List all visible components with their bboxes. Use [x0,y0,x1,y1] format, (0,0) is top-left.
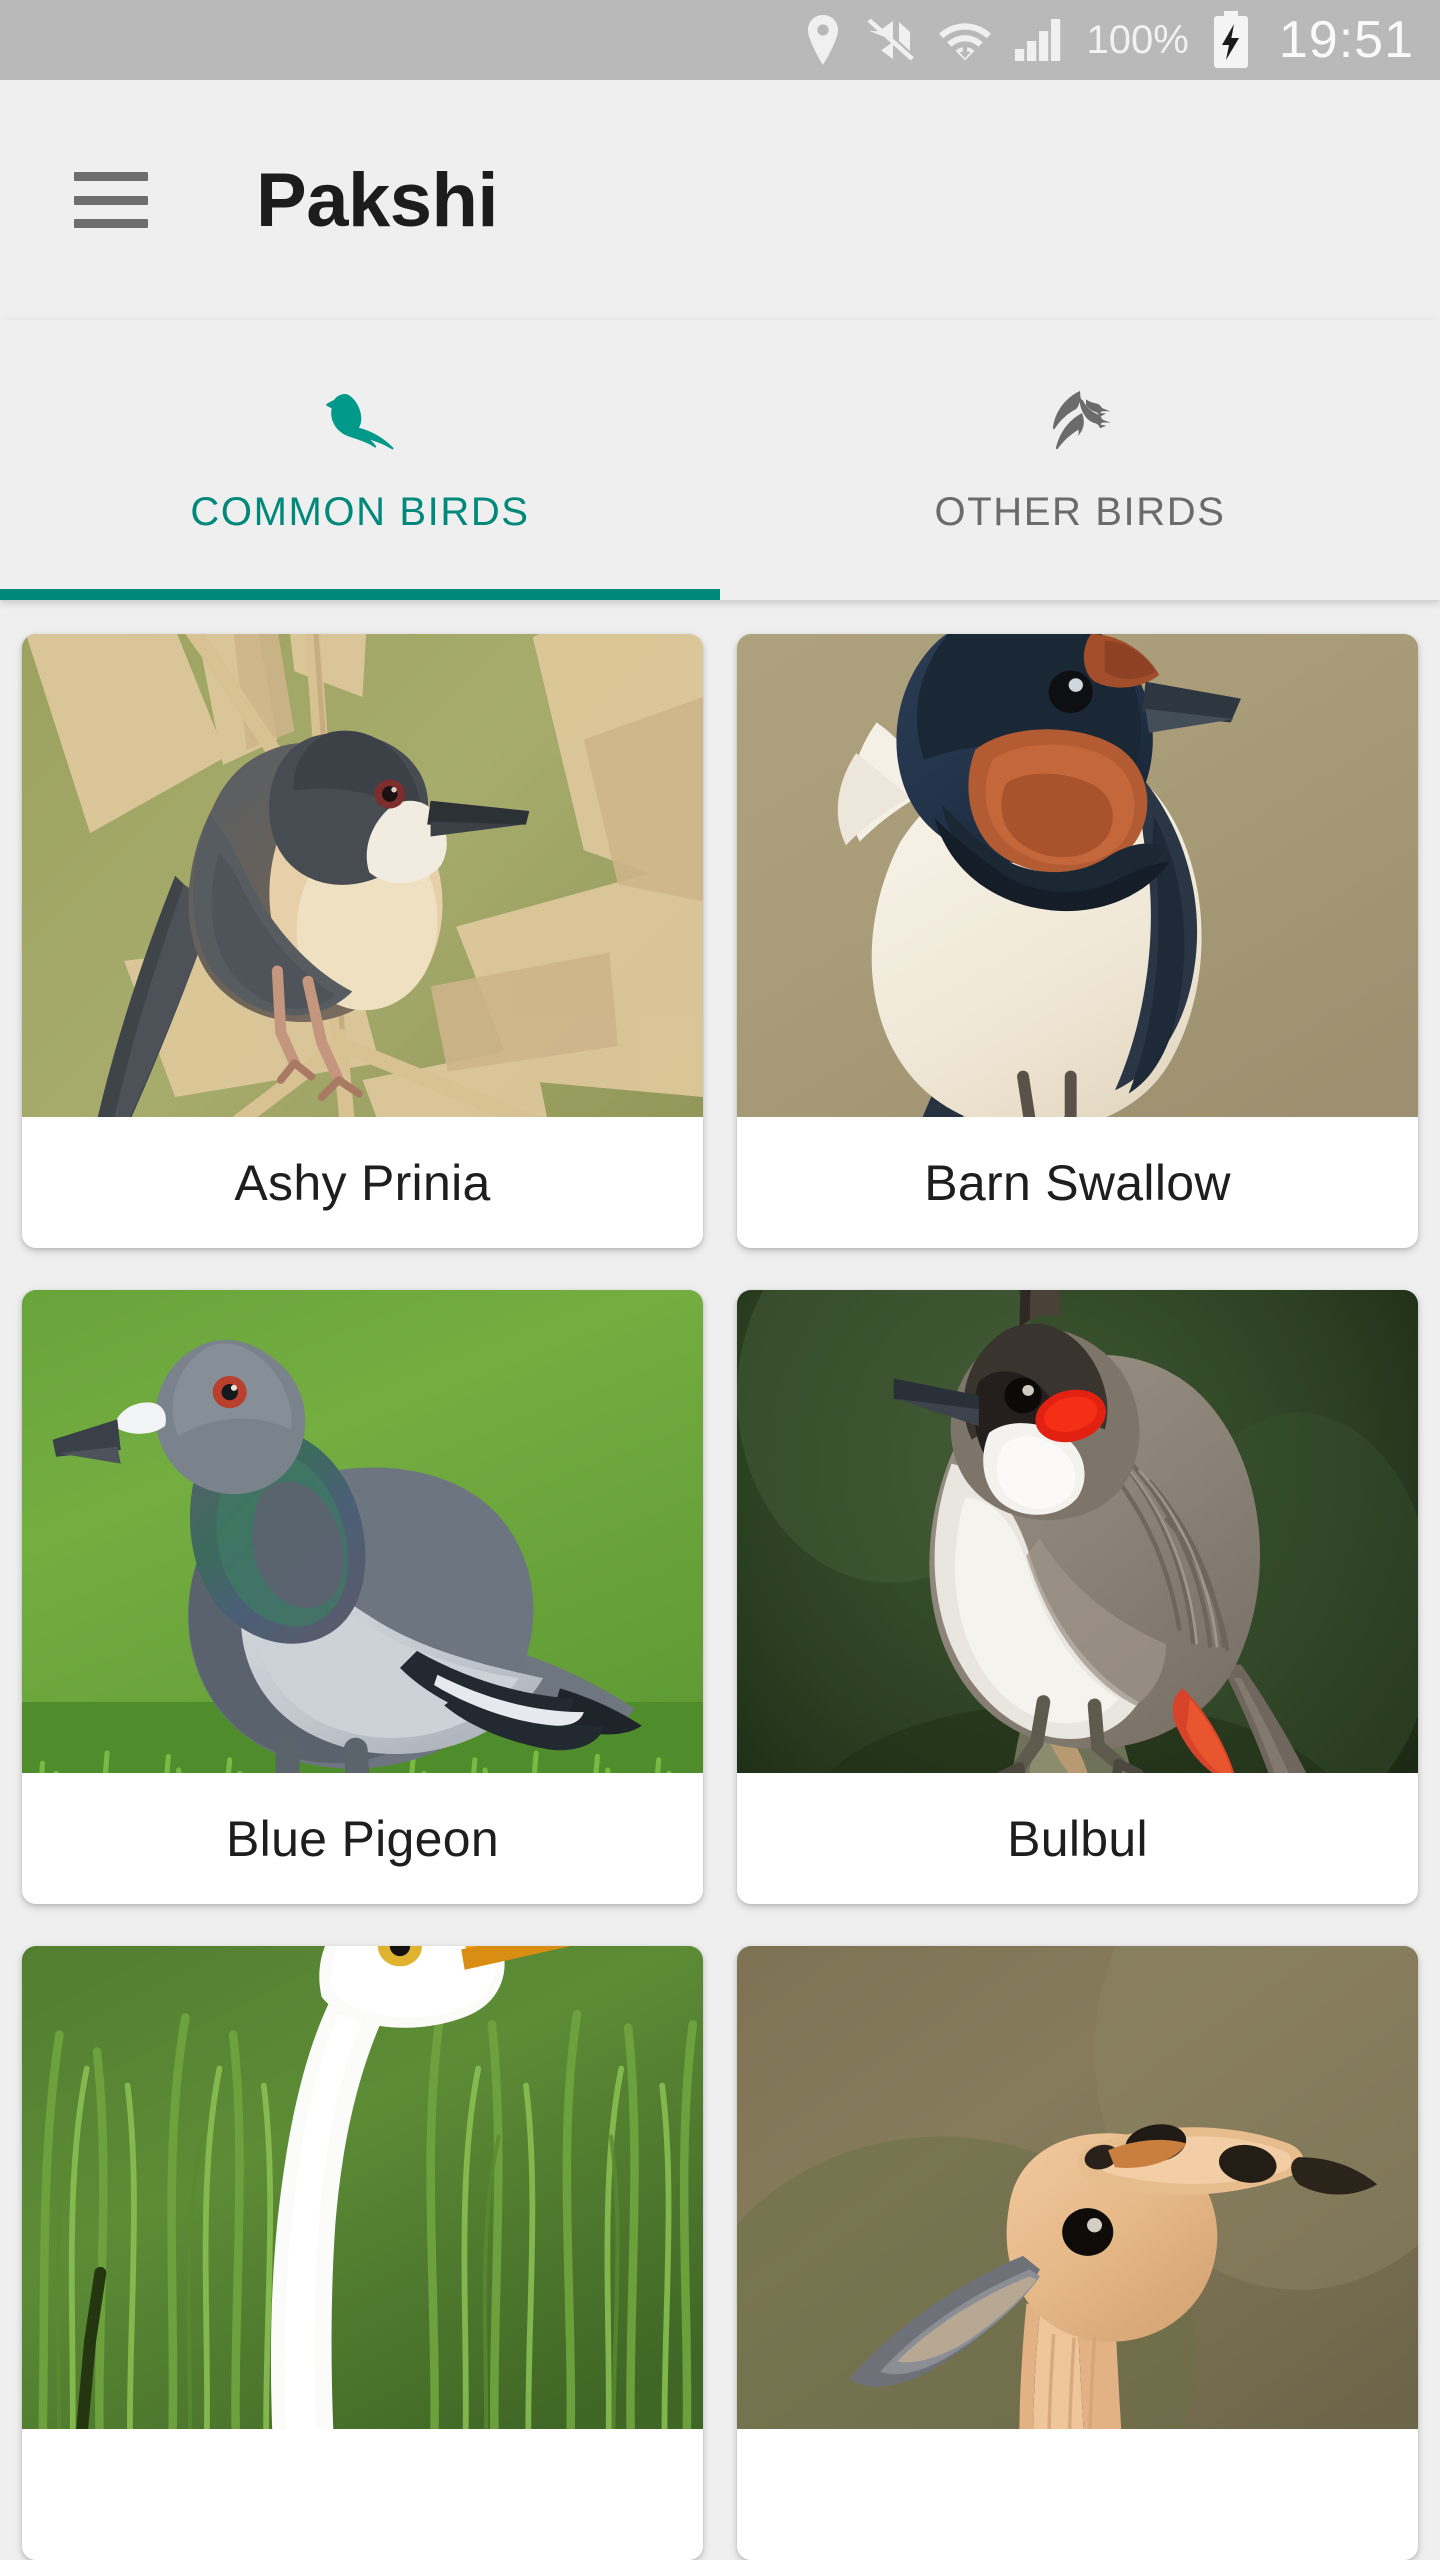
app-root: 100% 19:51 Pakshi COMMON BIRDS OTHER BIR… [0,0,1440,2560]
bird-card-blue-pigeon[interactable]: Blue Pigeon [22,1290,703,1904]
bird-card-ashy-prinia[interactable]: Ashy Prinia [22,634,703,1248]
wifi-icon [938,17,991,63]
page-title: Pakshi [256,157,499,243]
bird-card-bulbul[interactable]: Bulbul [737,1290,1418,1904]
hummingbird-icon [1024,386,1136,464]
tab-bar: COMMON BIRDS OTHER BIRDS [0,320,1440,600]
hoopoe-photo [737,1946,1418,2430]
battery-percent-label: 100% [1086,17,1189,62]
bulbul-photo [737,1290,1418,1774]
tab-label: COMMON BIRDS [190,489,530,534]
tab-active-indicator [0,589,720,600]
bird-card-caption [737,2429,1418,2560]
bird-card-barn-swallow[interactable]: Barn Swallow [737,634,1418,1248]
location-pin-icon [803,15,843,65]
perched-bird-icon [304,386,416,464]
bird-name-label: Ashy Prinia [234,1154,491,1211]
bird-card-caption: Ashy Prinia [22,1117,703,1248]
tab-other-birds[interactable]: OTHER BIRDS [720,320,1440,600]
app-bar: Pakshi [0,80,1440,320]
hamburger-bar [74,195,148,205]
hamburger-bar [74,219,148,228]
ashy-prinia-photo [22,634,703,1118]
bird-card-cattle-egret[interactable] [22,1946,703,2560]
bird-name-label: Barn Swallow [924,1154,1231,1211]
barn-swallow-photo [737,634,1418,1118]
mute-icon [865,17,917,63]
bird-name-label: Bulbul [1007,1810,1148,1867]
bird-card-caption: Bulbul [737,1773,1418,1904]
battery-charging-icon [1211,11,1251,69]
bird-card-hoopoe[interactable] [737,1946,1418,2560]
status-bar: 100% 19:51 [0,0,1440,80]
tab-common-birds[interactable]: COMMON BIRDS [0,320,720,600]
status-bar-clock: 19:51 [1278,11,1414,69]
hamburger-menu-icon[interactable] [74,172,148,228]
tab-label: OTHER BIRDS [934,489,1226,534]
bird-card-caption [22,2429,703,2560]
blue-pigeon-photo [22,1290,703,1774]
bird-card-caption: Blue Pigeon [22,1773,703,1904]
cattle-egret-photo [22,1946,703,2430]
signal-bars-icon [1013,17,1065,63]
bird-grid: Ashy Prinia Barn Swallow Blue Pigeon Bul… [0,600,1440,2560]
hamburger-bar [74,172,148,181]
bird-card-caption: Barn Swallow [737,1117,1418,1248]
bird-name-label: Blue Pigeon [226,1810,499,1867]
